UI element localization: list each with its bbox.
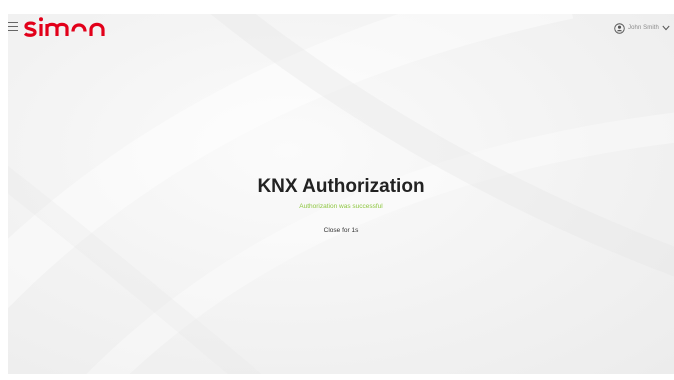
chevron-down-icon bbox=[662, 25, 670, 31]
close-countdown: Close for 1s bbox=[323, 227, 359, 234]
user-menu[interactable]: John Smith bbox=[614, 21, 670, 35]
simon-logo: simon bbox=[22, 15, 105, 37]
menu-button[interactable] bbox=[8, 22, 19, 31]
app-frame: simon John Smith KNX Authorization Autho… bbox=[0, 0, 674, 380]
menu-icon bbox=[8, 22, 18, 24]
authorization-panel: KNX Authorization Authorization was succ… bbox=[8, 176, 674, 235]
menu-icon-line bbox=[8, 29, 18, 31]
user-circle-icon bbox=[614, 22, 625, 34]
brand-text: simon bbox=[22, 15, 25, 16]
page-title: KNX Authorization bbox=[257, 176, 425, 197]
user-name: John Smith bbox=[627, 25, 659, 31]
status-message: Authorization was successful bbox=[299, 203, 383, 210]
menu-icon-line bbox=[8, 25, 18, 28]
